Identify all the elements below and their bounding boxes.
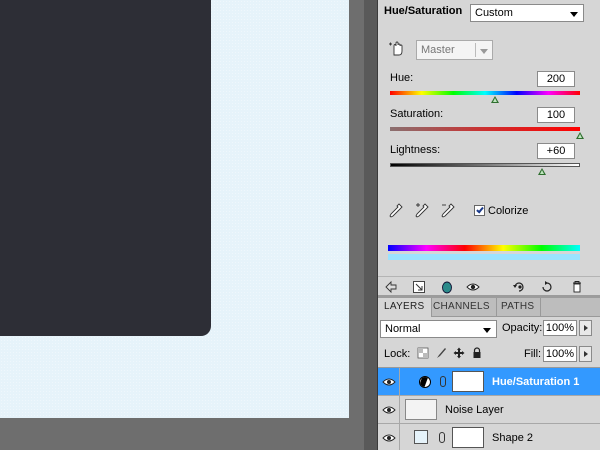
tab-layers[interactable]: LAYERS (378, 298, 432, 317)
eye-icon (382, 406, 396, 414)
trash-icon[interactable] (570, 280, 584, 294)
tab-paths[interactable]: PATHS (495, 298, 542, 317)
eyedropper-icon[interactable] (388, 202, 404, 220)
fill-input[interactable]: 100% (543, 346, 577, 362)
chevron-down-icon (570, 12, 578, 17)
adjustments-toolbar (378, 276, 600, 296)
layers-list: Hue/Saturation 1 Noise Layer Shape 2 (378, 367, 600, 450)
lock-transparent-pixels-icon[interactable] (417, 347, 429, 359)
fill-label: Fill: (524, 348, 542, 360)
vector-mask-thumbnail[interactable] (452, 427, 484, 448)
dark-rounded-shape (0, 0, 211, 336)
channel-dropdown[interactable]: Master (416, 40, 493, 60)
layer-visibility-toggle[interactable] (378, 424, 400, 450)
blend-mode-value: Normal (385, 323, 421, 335)
layer-row-noise-layer[interactable]: Noise Layer (378, 396, 600, 424)
visibility-eye-icon[interactable] (466, 280, 480, 294)
checkmark-icon (476, 205, 484, 214)
lightness-slider-track[interactable] (390, 163, 580, 167)
layer-visibility-toggle[interactable] (378, 368, 400, 396)
opacity-input[interactable]: 100% (543, 320, 577, 336)
input-color-spectrum (388, 245, 580, 251)
output-color-spectrum (388, 254, 580, 260)
chevron-down-icon (483, 328, 491, 333)
hue-input[interactable]: 200 (537, 71, 575, 87)
lock-position-icon[interactable] (453, 347, 465, 359)
preset-dropdown[interactable]: Custom (470, 4, 584, 22)
layer-name[interactable]: Hue/Saturation 1 (492, 376, 579, 388)
adjustment-title: Hue/Saturation (384, 5, 463, 17)
targeted-adjustment-hand-icon[interactable] (388, 40, 406, 58)
eye-icon (382, 434, 396, 442)
tab-channels[interactable]: CHANNELS (427, 298, 497, 317)
hue-slider-track[interactable] (390, 91, 580, 95)
shape-layer-thumbnail[interactable] (414, 430, 428, 444)
layers-tab-bar: LAYERS CHANNELS PATHS (378, 298, 600, 317)
hue-label: Hue: (390, 72, 414, 84)
adjustments-header: Hue/Saturation Custom (378, 0, 600, 28)
saturation-slider-track[interactable] (390, 127, 580, 131)
channel-value: Master (421, 44, 455, 56)
document-canvas[interactable] (0, 0, 349, 418)
adjustment-layer-icon (419, 376, 431, 388)
layer-row-hue-saturation[interactable]: Hue/Saturation 1 (378, 368, 600, 396)
colorize-label: Colorize (488, 205, 529, 217)
back-arrow-icon[interactable] (384, 280, 398, 294)
expand-view-icon[interactable] (412, 280, 426, 294)
hue-slider-thumb[interactable] (490, 96, 499, 103)
saturation-slider-thumb[interactable] (576, 132, 584, 139)
lightness-slider-thumb[interactable] (538, 168, 546, 175)
opacity-stepper-button[interactable] (579, 320, 592, 336)
lock-label: Lock: (384, 348, 411, 360)
blend-mode-dropdown[interactable]: Normal (380, 320, 497, 338)
eye-icon (382, 378, 396, 386)
saturation-label: Saturation: (390, 108, 444, 120)
lightness-input[interactable]: +60 (537, 143, 575, 159)
chevron-down-icon (480, 49, 488, 54)
link-chain-icon[interactable] (440, 376, 446, 387)
layer-row-shape-2[interactable]: Shape 2 (378, 424, 600, 450)
eyedropper-plus-icon[interactable] (414, 202, 430, 220)
layer-mask-thumbnail[interactable] (452, 371, 484, 392)
adjustments-panel: Hue/Saturation Custom Master Hue: 200 Sa… (378, 0, 600, 450)
layer-name[interactable]: Shape 2 (492, 432, 533, 444)
saturation-input[interactable]: 100 (537, 107, 575, 123)
fill-stepper-button[interactable] (579, 346, 592, 362)
opacity-label: Opacity: (502, 322, 543, 334)
layer-name[interactable]: Noise Layer (445, 404, 504, 416)
lock-image-pixels-icon[interactable] (435, 347, 447, 359)
link-chain-icon[interactable] (439, 432, 445, 443)
document-canvas-area[interactable] (0, 0, 364, 450)
reset-icon[interactable] (540, 280, 554, 294)
eyedropper-minus-icon[interactable] (440, 202, 456, 220)
panel-dock-strip (364, 0, 378, 450)
lightness-label: Lightness: (390, 144, 441, 156)
dropdown-divider (475, 43, 476, 57)
layer-thumbnail[interactable] (405, 399, 437, 420)
clip-to-layer-icon[interactable] (440, 280, 454, 294)
preset-value: Custom (475, 7, 513, 19)
lock-all-icon[interactable] (471, 347, 483, 359)
view-previous-state-icon[interactable] (512, 280, 526, 294)
layer-visibility-toggle[interactable] (378, 396, 400, 424)
colorize-checkbox[interactable] (474, 205, 485, 216)
